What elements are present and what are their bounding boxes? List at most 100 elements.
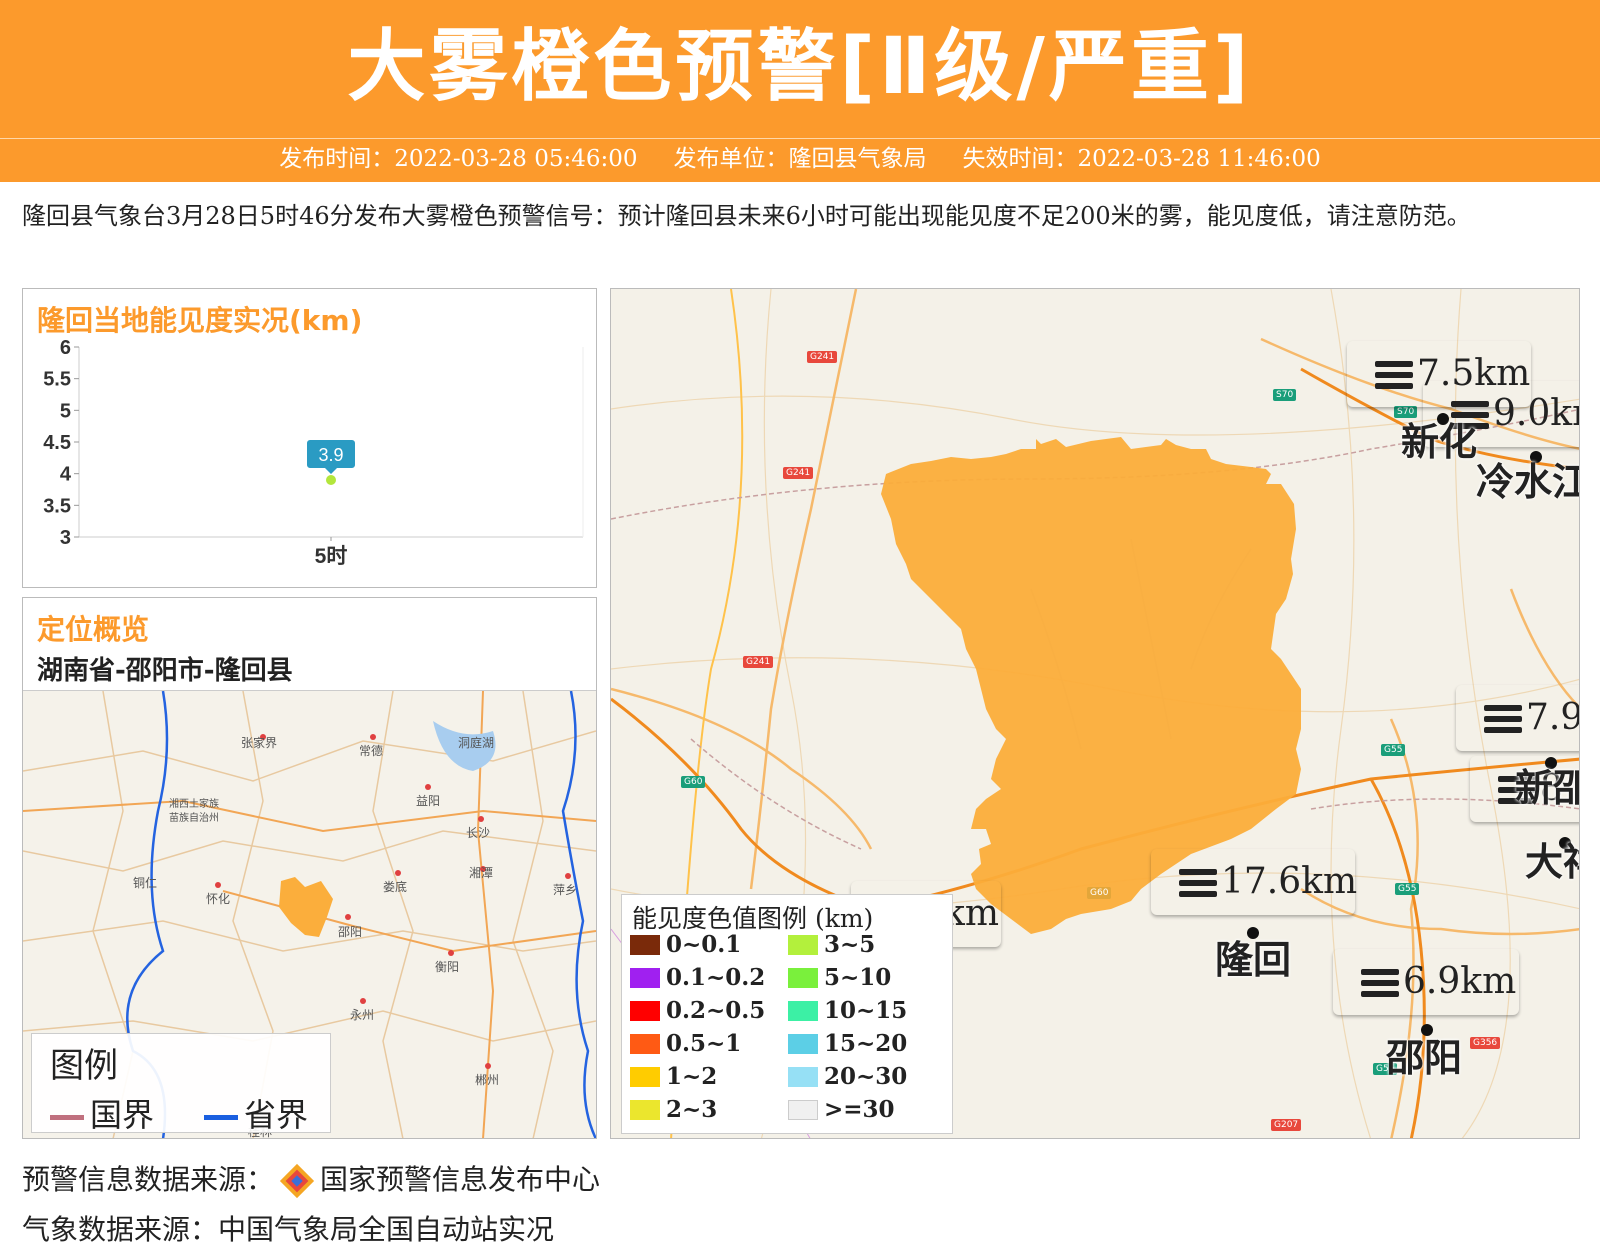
city-name-xinhua: 新化 [1401, 420, 1478, 464]
menu-icon [1179, 869, 1217, 897]
map-city-label: 怀化 [206, 892, 230, 906]
legend-label: 0.5~1 [666, 1030, 742, 1057]
overview-map-legend: 图例 国界 省界 [31, 1033, 331, 1136]
legend-label: 0.2~0.5 [666, 997, 766, 1024]
map-city-label: 郴州 [475, 1073, 499, 1087]
station-value: 17.6km [1221, 861, 1358, 902]
legend-item: 15~20 [788, 1030, 907, 1057]
city-name-xinshao: 新邵 [1515, 766, 1579, 810]
warning-title: 大雾橙色预警[Ⅱ级/严重] [347, 22, 1253, 112]
warning-source-line: 预警信息数据来源： 国家预警信息发布中心 [22, 1158, 600, 1200]
legend-swatch [630, 1001, 660, 1021]
map-city-label: 邵阳 [338, 925, 362, 939]
station-box-longhui[interactable]: 17.6km [1151, 849, 1358, 915]
legend-item: 3~5 [788, 931, 875, 958]
city-name-daxiang: 大祥 [1525, 840, 1579, 884]
overview-map[interactable]: 张家界 常德 洞庭湖 湘西土家族 苗族自治州 益阳 长沙 铜仁 怀化 娄底 湘潭… [23, 690, 596, 1138]
map-city-label: 洞庭湖 [458, 735, 494, 750]
map-city-label: 湘西土家族 [169, 797, 219, 810]
map-city-label: 娄底 [383, 879, 407, 894]
y-tick-label: 5 [60, 400, 71, 422]
warning-source: 国家预警信息发布中心 [320, 1163, 601, 1196]
road-badge: G241 [743, 656, 774, 668]
legend-label: >=30 [824, 1096, 895, 1123]
warning-center-logo-icon [279, 1163, 315, 1199]
visibility-color-legend: 能见度色值图例 (km) 0~0.1 0.1~0.2 0.2~0.5 0.5~1… [621, 894, 953, 1134]
station-value: 7.9km [1526, 697, 1579, 738]
map-city-label: 衡阳 [435, 960, 459, 974]
color-legend-title: 能见度色值图例 (km) [632, 904, 874, 933]
legend-item-national-border: 国界 [50, 1090, 154, 1136]
legend-swatch [788, 935, 818, 955]
menu-icon [1361, 969, 1399, 997]
city-name-lengshuijiang: 冷水江 [1476, 460, 1580, 504]
map-city-label: 常德 [359, 743, 383, 758]
road-badge: G241 [783, 467, 814, 479]
road-badge: G60 [1087, 887, 1112, 899]
city-name-longhui: 隆回 [1215, 938, 1292, 982]
y-tick-label: 3.5 [43, 495, 71, 517]
legend-item: 0.5~1 [630, 1030, 741, 1057]
province-border-label: 省界 [244, 1096, 309, 1134]
station-box-shaoyang[interactable]: 6.9km [1333, 949, 1519, 1015]
y-tick-label: 4 [60, 464, 72, 486]
data-label: 3.9 [318, 445, 343, 465]
legend-swatch [788, 968, 818, 988]
visibility-chart-panel: 3 3.5 4 4.5 5 5.5 6 5时 3.9 隆回当地能见度实况(km) [22, 288, 597, 588]
national-border-swatch [50, 1114, 84, 1120]
overview-legend-title: 图例 [50, 1046, 118, 1086]
meta-line: 发布时间：2022-03-28 05:46:00 发布单位：隆回县气象局 失效时间：… [0, 144, 1600, 174]
menu-icon [1375, 361, 1413, 389]
legend-swatch [630, 968, 660, 988]
legend-item-province-border: 省界 [204, 1090, 308, 1136]
legend-label: 5~10 [824, 964, 892, 991]
map-city-label: 长沙 [466, 826, 490, 840]
legend-label: 20~30 [824, 1063, 908, 1090]
legend-label: 0.1~0.2 [666, 964, 766, 991]
legend-swatch [630, 935, 660, 955]
legend-swatch [630, 1034, 660, 1054]
menu-icon [1484, 705, 1522, 733]
map-city-label: 铜仁 [133, 875, 157, 890]
legend-label: 10~15 [824, 997, 908, 1024]
legend-label: 2~3 [666, 1096, 718, 1123]
map-city-label: 张家界 [241, 735, 277, 750]
legend-swatch [788, 1100, 818, 1120]
legend-label: 0~0.1 [666, 931, 742, 958]
road-badge: G55 [1381, 744, 1406, 756]
national-border-label: 国界 [90, 1096, 155, 1134]
map-city-label: 永州 [350, 1008, 374, 1022]
y-tick-label: 6 [60, 337, 71, 359]
legend-item: 2~3 [630, 1096, 717, 1123]
legend-item: 0.2~0.5 [630, 997, 765, 1024]
y-tick-label: 5.5 [43, 369, 71, 391]
legend-swatch [630, 1100, 660, 1120]
y-tick-label: 3 [60, 527, 71, 549]
legend-swatch [630, 1067, 660, 1087]
location-path: 湖南省-邵阳市-隆回县 [37, 656, 293, 686]
legend-swatch [788, 1034, 818, 1054]
publisher: 发布单位：隆回县气象局 [673, 146, 927, 172]
legend-item: 0~0.1 [630, 931, 741, 958]
publish-time: 发布时间：2022-03-28 05:46:00 [279, 146, 638, 172]
warning-description: 隆回县气象台3月28日5时46分发布大雾橙色预警信号：预计隆回县未来6小时可能出… [22, 202, 1471, 230]
legend-item: 5~10 [788, 964, 891, 991]
main-map[interactable]: G241 G241 G241 G60 S70 S70 G55 G55 G60 G… [610, 288, 1580, 1139]
legend-label: 1~2 [666, 1063, 718, 1090]
station-value: 6.9km [1403, 961, 1517, 1002]
road-badge: G207 [1271, 1119, 1302, 1131]
legend-label: 15~20 [824, 1030, 908, 1057]
legend-item: 20~30 [788, 1063, 907, 1090]
legend-item: >=30 [788, 1096, 895, 1123]
station-box-xinshao[interactable]: 7.9km [1456, 685, 1579, 751]
legend-item: 10~15 [788, 997, 907, 1024]
legend-item: 1~2 [630, 1063, 717, 1090]
x-tick-label: 5时 [315, 545, 348, 568]
road-badge: G60 [681, 776, 706, 788]
city-name-shaoyang: 邵阳 [1386, 1036, 1463, 1080]
map-city-label: 萍乡 [553, 883, 577, 897]
y-tick-label: 4.5 [43, 432, 71, 454]
weather-source-line: 气象数据来源：中国气象局全国自动站实况 [22, 1213, 555, 1246]
location-panel-title: 定位概览 [37, 613, 150, 646]
map-city-label: 湘潭 [469, 865, 493, 880]
